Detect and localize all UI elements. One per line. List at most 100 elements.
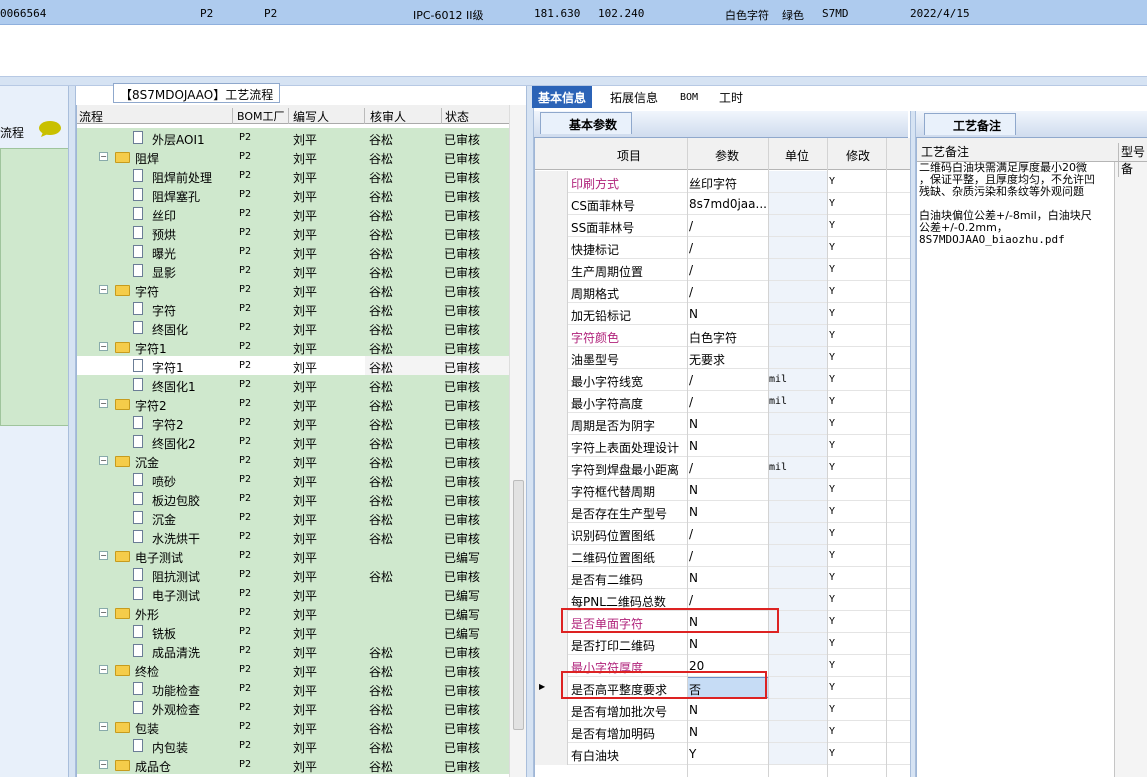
param-modify-cell[interactable]: Y: [829, 440, 835, 451]
param-value-cell[interactable]: 8s7md0jaa...: [689, 197, 767, 211]
param-row[interactable]: 周期是否为阴字 N Y: [535, 413, 911, 435]
tree-row[interactable]: − 字符1 P2 刘平 谷松 已审核: [77, 337, 509, 356]
tree-row[interactable]: − 阻焊 P2 刘平 谷松 已审核: [77, 147, 509, 166]
param-value-cell[interactable]: /: [689, 373, 693, 387]
tree-row[interactable]: 沉金 P2 刘平 谷松 已审核: [77, 508, 509, 527]
param-row[interactable]: 是否存在生产型号 N Y: [535, 501, 911, 523]
collapse-toggle-icon[interactable]: −: [99, 760, 108, 769]
param-modify-cell[interactable]: Y: [829, 286, 835, 297]
tree-scroll-thumb[interactable]: [513, 480, 524, 730]
tree-row[interactable]: 显影 P2 刘平 谷松 已审核: [77, 261, 509, 280]
record-row-selected[interactable]: 0066564 P2 P2 IPC-6012 II级 181.630 102.2…: [0, 0, 1147, 25]
param-row[interactable]: 字符到焊盘最小距离 / mil Y: [535, 457, 911, 479]
tree-row[interactable]: − 包装 P2 刘平 谷松 已审核: [77, 717, 509, 736]
tree-row[interactable]: 喷砂 P2 刘平 谷松 已审核: [77, 470, 509, 489]
tab-basic-params[interactable]: 基本参数: [540, 112, 632, 134]
param-modify-cell[interactable]: Y: [829, 264, 835, 275]
tab-bom[interactable]: BOM: [674, 89, 704, 111]
tree-row[interactable]: 阻抗测试 P2 刘平 谷松 已审核: [77, 565, 509, 584]
collapse-toggle-icon[interactable]: −: [99, 665, 108, 674]
tree-row[interactable]: 丝印 P2 刘平 谷松 已审核: [77, 204, 509, 223]
middle-splitter[interactable]: [526, 86, 534, 777]
param-value-cell[interactable]: /: [689, 549, 693, 563]
param-value-cell[interactable]: N: [689, 307, 698, 321]
left-splitter[interactable]: [68, 86, 76, 777]
param-value-cell[interactable]: /: [689, 219, 693, 233]
collapse-toggle-icon[interactable]: −: [99, 152, 108, 161]
tree-row[interactable]: 字符1 P2 刘平 谷松 已审核: [77, 356, 509, 375]
tree-row[interactable]: 电子测试 P2 刘平 已编写: [77, 584, 509, 603]
param-value-cell[interactable]: N: [689, 483, 698, 497]
tree-row[interactable]: − 外形 P2 刘平 已编写: [77, 603, 509, 622]
param-modify-cell[interactable]: Y: [829, 572, 835, 583]
param-value-cell[interactable]: N: [689, 439, 698, 453]
param-row[interactable]: SS面菲林号 / Y: [535, 215, 911, 237]
param-modify-cell[interactable]: Y: [829, 242, 835, 253]
param-row[interactable]: 字符上表面处理设计 N Y: [535, 435, 911, 457]
param-row[interactable]: 有白油块 Y Y: [535, 743, 911, 765]
param-modify-cell[interactable]: Y: [829, 176, 835, 187]
param-modify-cell[interactable]: Y: [829, 594, 835, 605]
param-row[interactable]: 快捷标记 / Y: [535, 237, 911, 259]
tree-row[interactable]: − 沉金 P2 刘平 谷松 已审核: [77, 451, 509, 470]
tree-row[interactable]: 内包装 P2 刘平 谷松 已审核: [77, 736, 509, 755]
param-modify-cell[interactable]: Y: [829, 616, 835, 627]
tree-row[interactable]: 外层AOI1 P2 刘平 谷松 已审核: [77, 128, 509, 147]
chat-bubble-icon[interactable]: [38, 120, 62, 138]
tab-basic-info[interactable]: 基本信息: [532, 86, 593, 108]
param-row[interactable]: 生产周期位置 / Y: [535, 259, 911, 281]
param-modify-cell[interactable]: Y: [829, 462, 835, 473]
param-row[interactable]: 字符颜色 白色字符 Y: [535, 325, 911, 347]
tab-process-notes[interactable]: 工艺备注: [924, 113, 1016, 135]
param-value-cell[interactable]: N: [689, 725, 698, 739]
tree-row[interactable]: 水洗烘干 P2 刘平 谷松 已审核: [77, 527, 509, 546]
param-row[interactable]: 是否有二维码 N Y: [535, 567, 911, 589]
param-modify-cell[interactable]: Y: [829, 330, 835, 341]
param-modify-cell[interactable]: Y: [829, 198, 835, 209]
param-value-cell[interactable]: /: [689, 241, 693, 255]
param-modify-cell[interactable]: Y: [829, 748, 835, 759]
param-modify-cell[interactable]: Y: [829, 308, 835, 319]
param-row[interactable]: 字符框代替周期 N Y: [535, 479, 911, 501]
collapse-toggle-icon[interactable]: −: [99, 285, 108, 294]
tree-row[interactable]: 终固化2 P2 刘平 谷松 已审核: [77, 432, 509, 451]
param-value-cell[interactable]: N: [689, 417, 698, 431]
param-value-cell[interactable]: N: [689, 505, 698, 519]
param-row[interactable]: 油墨型号 无要求 Y: [535, 347, 911, 369]
param-modify-cell[interactable]: Y: [829, 682, 835, 693]
param-modify-cell[interactable]: Y: [829, 374, 835, 385]
param-value-cell[interactable]: /: [689, 461, 693, 475]
param-modify-cell[interactable]: Y: [829, 220, 835, 231]
param-value-cell[interactable]: 无要求: [689, 351, 725, 368]
param-row[interactable]: 周期格式 / Y: [535, 281, 911, 303]
tree-row[interactable]: − 电子测试 P2 刘平 已编写: [77, 546, 509, 565]
param-value-cell[interactable]: 白色字符: [689, 329, 737, 346]
param-modify-cell[interactable]: Y: [829, 506, 835, 517]
param-row[interactable]: 是否打印二维码 N Y: [535, 633, 911, 655]
param-value-cell[interactable]: /: [689, 263, 693, 277]
tree-row[interactable]: 终固化 P2 刘平 谷松 已审核: [77, 318, 509, 337]
param-modify-cell[interactable]: Y: [829, 528, 835, 539]
tab-work-hours[interactable]: 工时: [713, 86, 749, 108]
param-value-cell[interactable]: Y: [689, 747, 696, 761]
param-row[interactable]: 印刷方式 丝印字符 Y: [535, 171, 911, 193]
tab-extended-info[interactable]: 拓展信息: [604, 86, 664, 108]
param-row[interactable]: CS面菲林号 8s7md0jaa... Y: [535, 193, 911, 215]
param-modify-cell[interactable]: Y: [829, 550, 835, 561]
param-value-cell[interactable]: /: [689, 395, 693, 409]
tree-row[interactable]: 字符 P2 刘平 谷松 已审核: [77, 299, 509, 318]
tree-row[interactable]: 终固化1 P2 刘平 谷松 已审核: [77, 375, 509, 394]
param-value-cell[interactable]: /: [689, 593, 693, 607]
param-row[interactable]: 加无铅标记 N Y: [535, 303, 911, 325]
tree-row[interactable]: 曝光 P2 刘平 谷松 已审核: [77, 242, 509, 261]
tree-row[interactable]: 阻焊塞孔 P2 刘平 谷松 已审核: [77, 185, 509, 204]
param-row[interactable]: 是否有增加批次号 N Y: [535, 699, 911, 721]
param-modify-cell[interactable]: Y: [829, 352, 835, 363]
collapse-toggle-icon[interactable]: −: [99, 342, 108, 351]
tree-row[interactable]: − 字符 P2 刘平 谷松 已审核: [77, 280, 509, 299]
tree-scrollbar[interactable]: [509, 105, 527, 777]
param-modify-cell[interactable]: Y: [829, 704, 835, 715]
tree-row[interactable]: − 终检 P2 刘平 谷松 已审核: [77, 660, 509, 679]
param-row[interactable]: 二维码位置图纸 / Y: [535, 545, 911, 567]
param-value-cell[interactable]: N: [689, 637, 698, 651]
